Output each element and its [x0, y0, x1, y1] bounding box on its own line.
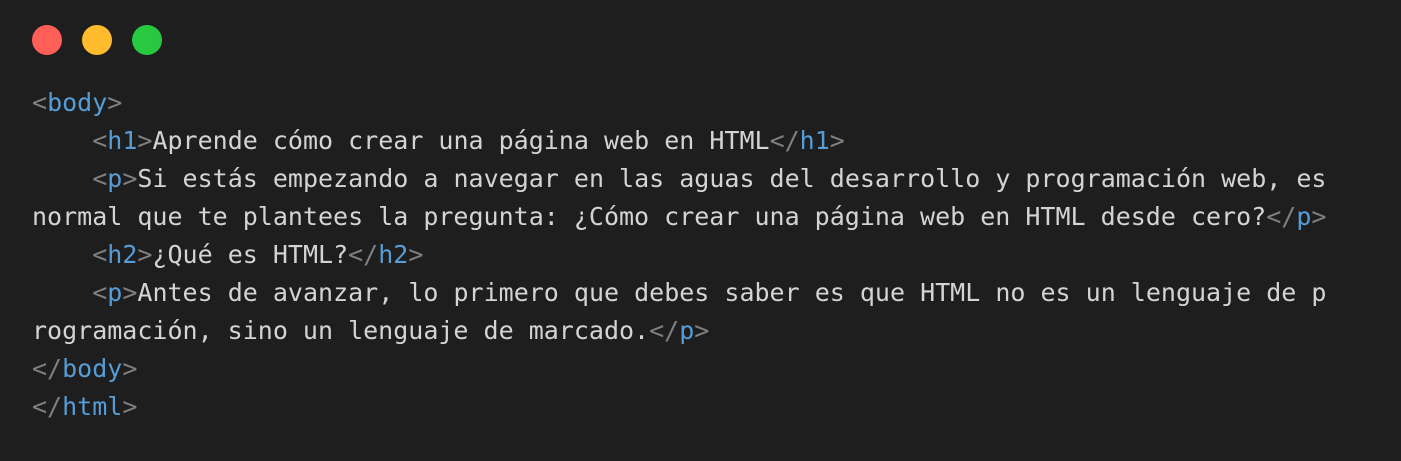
- code-punctuation: >: [829, 126, 845, 155]
- code-text: normal que te plantees la pregunta: ¿Cóm…: [32, 202, 1267, 231]
- code-text: rogramación, sino un lenguaje de marcado…: [32, 316, 650, 345]
- code-punctuation: >: [122, 354, 138, 383]
- code-punctuation: >: [107, 88, 123, 117]
- code-tag-name: body: [62, 354, 123, 383]
- code-line: rogramación, sino un lenguaje de marcado…: [32, 312, 1326, 350]
- code-tag-name: h2: [378, 240, 409, 269]
- code-punctuation: <: [92, 164, 108, 193]
- code-line: <body>: [32, 84, 1326, 122]
- code-tag-name: body: [47, 88, 108, 117]
- close-dot-icon[interactable]: [32, 25, 62, 55]
- code-tag-name: h1: [799, 126, 830, 155]
- code-text: Aprende cómo crear una página web en HTM…: [152, 126, 770, 155]
- code-punctuation: </: [649, 316, 680, 345]
- code-punctuation: <: [32, 88, 48, 117]
- minimize-dot-icon[interactable]: [82, 25, 112, 55]
- code-punctuation: >: [122, 278, 138, 307]
- code-punctuation: >: [694, 316, 710, 345]
- code-tag-name: h1: [107, 126, 138, 155]
- code-line: <p>Si estás empezando a navegar en las a…: [32, 160, 1326, 198]
- code-punctuation: >: [122, 164, 138, 193]
- code-line: <p>Antes de avanzar, lo primero que debe…: [32, 274, 1326, 312]
- code-line: </body>: [32, 350, 1326, 388]
- code-line: <h1>Aprende cómo crear una página web en…: [32, 122, 1326, 160]
- code-window: <body> <h1>Aprende cómo crear una página…: [0, 0, 1401, 461]
- code-tag-name: html: [62, 392, 123, 421]
- code-punctuation: >: [1311, 202, 1327, 231]
- code-text: ¿Qué es HTML?: [152, 240, 349, 269]
- code-text: Si estás empezando a navegar en las agua…: [137, 164, 1327, 193]
- code-tag-name: h2: [107, 240, 138, 269]
- code-punctuation: </: [769, 126, 800, 155]
- code-punctuation: >: [137, 240, 153, 269]
- code-tag-name: p: [107, 164, 123, 193]
- maximize-dot-icon[interactable]: [132, 25, 162, 55]
- code-text: Antes de avanzar, lo primero que debes s…: [137, 278, 1327, 307]
- code-line: </html>: [32, 388, 1326, 426]
- code-punctuation: <: [92, 240, 108, 269]
- code-punctuation: </: [32, 392, 63, 421]
- code-punctuation: <: [92, 278, 108, 307]
- code-block: <body> <h1>Aprende cómo crear una página…: [32, 84, 1326, 426]
- code-punctuation: >: [122, 392, 138, 421]
- code-punctuation: </: [32, 354, 63, 383]
- code-tag-name: p: [107, 278, 123, 307]
- code-tag-name: p: [679, 316, 695, 345]
- code-punctuation: <: [92, 126, 108, 155]
- window-controls: [32, 25, 162, 55]
- code-line: <h2>¿Qué es HTML?</h2>: [32, 236, 1326, 274]
- code-punctuation: >: [137, 126, 153, 155]
- code-punctuation: </: [1266, 202, 1297, 231]
- code-punctuation: >: [408, 240, 424, 269]
- code-tag-name: p: [1296, 202, 1312, 231]
- code-punctuation: </: [348, 240, 379, 269]
- code-line: normal que te plantees la pregunta: ¿Cóm…: [32, 198, 1326, 236]
